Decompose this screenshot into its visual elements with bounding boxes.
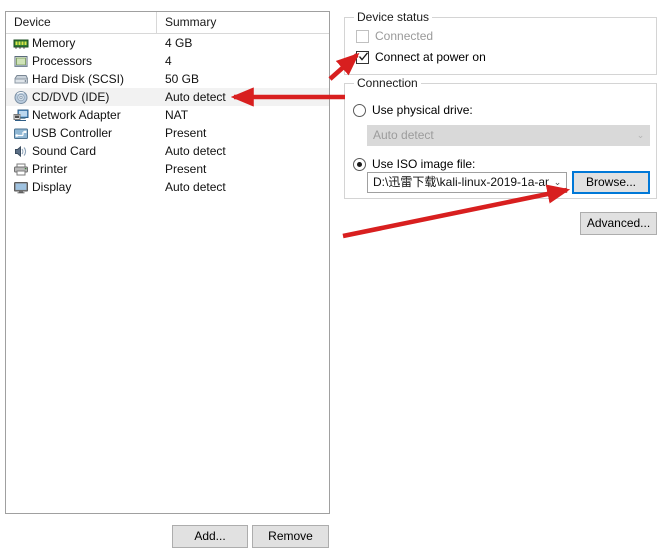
sound-card-icon bbox=[13, 144, 29, 159]
display-icon bbox=[13, 180, 29, 195]
device-summary-cell: 4 GB bbox=[165, 36, 193, 50]
device-label: CD/DVD (IDE) bbox=[32, 90, 110, 104]
memory-icon bbox=[13, 36, 29, 51]
device-label: Memory bbox=[32, 36, 76, 50]
table-row[interactable]: USB Controller Present bbox=[6, 124, 329, 142]
device-summary-cell: 4 bbox=[165, 54, 172, 68]
connected-checkbox bbox=[356, 29, 369, 43]
device-summary-cell: Present bbox=[165, 162, 207, 176]
use-physical-drive-row[interactable]: Use physical drive: bbox=[353, 103, 473, 117]
column-header-device[interactable]: Device bbox=[6, 12, 157, 33]
device-label: Processors bbox=[32, 54, 93, 68]
device-status-title: Device status bbox=[354, 10, 433, 24]
physical-drive-value: Auto detect bbox=[373, 128, 434, 142]
device-label: Printer bbox=[32, 162, 68, 176]
device-summary-cell: Auto detect bbox=[165, 90, 226, 104]
device-label: Network Adapter bbox=[32, 108, 121, 122]
remove-button[interactable]: Remove bbox=[252, 525, 329, 548]
device-label: Display bbox=[32, 180, 72, 194]
table-row[interactable]: Network Adapter NAT bbox=[6, 106, 329, 124]
device-name-cell: Printer bbox=[6, 162, 157, 177]
table-row[interactable]: CD/DVD (IDE) Auto detect bbox=[6, 88, 329, 106]
device-label: Sound Card bbox=[32, 144, 97, 158]
connect-at-power-on-label: Connect at power on bbox=[375, 50, 486, 64]
use-iso-image-label: Use ISO image file: bbox=[372, 157, 476, 171]
radio-selected-dot bbox=[357, 161, 362, 167]
table-row[interactable]: Memory 4 GB bbox=[6, 34, 329, 52]
use-iso-image-row[interactable]: Use ISO image file: bbox=[353, 157, 475, 171]
device-summary-cell: NAT bbox=[165, 108, 189, 122]
chevron-down-icon[interactable]: ⌄ bbox=[549, 173, 566, 192]
chevron-down-icon: ⌄ bbox=[636, 130, 645, 140]
device-summary-cell: 50 GB bbox=[165, 72, 200, 86]
column-header-summary[interactable]: Summary bbox=[157, 12, 329, 33]
hard-disk-icon bbox=[13, 72, 29, 87]
device-name-cell: Hard Disk (SCSI) bbox=[6, 72, 157, 87]
device-name-cell: CD/DVD (IDE) bbox=[6, 90, 157, 105]
network-adapter-icon bbox=[13, 108, 29, 123]
printer-icon bbox=[13, 162, 29, 177]
device-list-panel[interactable]: Device Summary Memory 4 GB Processors 4 … bbox=[5, 11, 330, 514]
cd-dvd-icon bbox=[13, 90, 29, 105]
checkmark-icon bbox=[359, 51, 369, 61]
iso-path-input[interactable]: D:\迅雷下载\kali-linux-2019-1a-am ⌄ bbox=[367, 172, 567, 193]
connect-at-power-on-row[interactable]: Connect at power on bbox=[356, 50, 486, 64]
device-label: USB Controller bbox=[32, 126, 113, 140]
device-label: Hard Disk (SCSI) bbox=[32, 72, 125, 86]
device-summary-cell: Auto detect bbox=[165, 144, 226, 158]
table-row[interactable]: Sound Card Auto detect bbox=[6, 142, 329, 160]
processors-icon bbox=[13, 54, 29, 69]
advanced-button[interactable]: Advanced... bbox=[580, 212, 657, 235]
table-row[interactable]: Processors 4 bbox=[6, 52, 329, 70]
device-name-cell: USB Controller bbox=[6, 126, 157, 141]
table-row[interactable]: Printer Present bbox=[6, 160, 329, 178]
connect-at-power-on-checkbox[interactable] bbox=[356, 50, 369, 64]
connection-title: Connection bbox=[354, 76, 421, 90]
browse-button[interactable]: Browse... bbox=[572, 171, 650, 194]
use-iso-image-radio[interactable] bbox=[353, 157, 366, 171]
connected-checkbox-row[interactable]: Connected bbox=[356, 29, 433, 43]
device-name-cell: Network Adapter bbox=[6, 108, 157, 123]
add-button[interactable]: Add... bbox=[172, 525, 248, 548]
table-row[interactable]: Display Auto detect bbox=[6, 178, 329, 196]
device-summary-cell: Auto detect bbox=[165, 180, 226, 194]
connected-label: Connected bbox=[375, 29, 434, 43]
use-physical-drive-label: Use physical drive: bbox=[372, 103, 473, 117]
device-name-cell: Display bbox=[6, 180, 157, 195]
iso-path-value[interactable]: D:\迅雷下载\kali-linux-2019-1a-am bbox=[368, 173, 549, 192]
usb-controller-icon bbox=[13, 126, 29, 141]
device-name-cell: Sound Card bbox=[6, 144, 157, 159]
device-list-header: Device Summary bbox=[6, 12, 329, 34]
device-status-groupbox: Device status bbox=[344, 10, 657, 75]
device-list-rows: Memory 4 GB Processors 4 Hard Disk (SCSI… bbox=[6, 34, 329, 196]
physical-drive-select: Auto detect ⌄ bbox=[367, 125, 650, 146]
device-name-cell: Processors bbox=[6, 54, 157, 69]
use-physical-drive-radio[interactable] bbox=[353, 103, 366, 117]
device-summary-cell: Present bbox=[165, 126, 207, 140]
table-row[interactable]: Hard Disk (SCSI) 50 GB bbox=[6, 70, 329, 88]
device-name-cell: Memory bbox=[6, 36, 157, 51]
